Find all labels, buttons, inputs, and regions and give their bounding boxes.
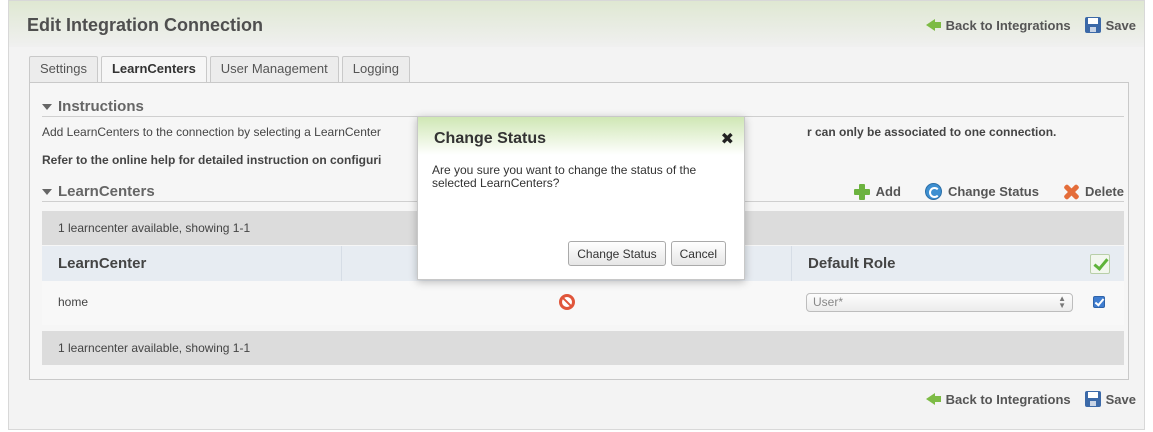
- save-icon: [1084, 17, 1101, 33]
- change-status-dialog: Change Status ✖ Are you sure you want to…: [417, 116, 745, 280]
- triangle-down-icon: [42, 188, 52, 195]
- footer-actions: Back to Integrations Save: [925, 391, 1136, 407]
- pagination-summary-bottom: 1 learncenter available, showing 1-1: [42, 331, 1124, 365]
- tab-logging[interactable]: Logging: [341, 56, 411, 82]
- confirm-change-status-button[interactable]: Change Status: [568, 241, 666, 266]
- learncenters-title: LearnCenters: [58, 183, 155, 200]
- dialog-message: Are you sure you want to change the stat…: [432, 163, 697, 190]
- learncenters-toggle[interactable]: LearnCenters: [42, 183, 155, 200]
- tab-learncenters[interactable]: LearnCenters: [100, 56, 207, 83]
- close-icon[interactable]: ✖: [721, 129, 734, 149]
- add-button[interactable]: Add: [853, 183, 901, 200]
- dialog-header: Change Status ✖: [418, 117, 744, 155]
- select-all-checkbox[interactable]: [1090, 254, 1110, 274]
- footer-save-label: Save: [1105, 391, 1136, 407]
- back-label: Back to Integrations: [945, 17, 1071, 33]
- instructions-text-end: r can only be associated to one connecti…: [807, 125, 1057, 139]
- delete-label: Delete: [1084, 184, 1124, 199]
- back-arrow-icon: [925, 19, 941, 31]
- default-role-select[interactable]: User* ▲ ▼: [806, 293, 1073, 312]
- footer-back-to-integrations-link[interactable]: Back to Integrations: [925, 391, 1071, 407]
- column-header-default-role[interactable]: Default Role: [792, 246, 1124, 281]
- cancel-button[interactable]: Cancel: [670, 241, 726, 266]
- save-button[interactable]: Save: [1084, 17, 1136, 33]
- save-label: Save: [1105, 17, 1136, 33]
- delete-x-icon: [1063, 184, 1079, 200]
- add-label: Add: [875, 184, 901, 199]
- learncenter-actions: Add Change Status Delete: [853, 183, 1124, 200]
- disabled-icon: [559, 294, 575, 310]
- instructions-title: Instructions: [58, 98, 144, 115]
- header-actions: Back to Integrations Save: [925, 17, 1136, 33]
- dialog-title: Change Status: [434, 130, 547, 147]
- instructions-text: Add LearnCenters to the connection by se…: [42, 125, 381, 139]
- page-title: Edit Integration Connection: [27, 15, 263, 35]
- column-header-learncenter[interactable]: LearnCenter: [42, 246, 342, 281]
- learncenter-name: home: [58, 295, 89, 309]
- default-role-header-label: Default Role: [808, 255, 896, 272]
- instructions-help-text: Refer to the online help for detailed in…: [42, 153, 382, 167]
- change-status-label: Change Status: [947, 184, 1039, 199]
- back-arrow-icon: [925, 393, 941, 405]
- save-icon: [1084, 391, 1101, 407]
- triangle-down-icon: [42, 103, 52, 110]
- select-arrows-icon: ▲ ▼: [1058, 294, 1066, 310]
- row-checkbox[interactable]: [1093, 296, 1105, 308]
- tab-user-management[interactable]: User Management: [209, 56, 339, 82]
- instructions-toggle[interactable]: Instructions: [42, 98, 144, 115]
- footer-save-button[interactable]: Save: [1084, 391, 1136, 407]
- back-to-integrations-link[interactable]: Back to Integrations: [925, 17, 1071, 33]
- tab-bar: Settings LearnCenters User Management Lo…: [29, 56, 411, 83]
- tab-settings[interactable]: Settings: [29, 56, 98, 82]
- default-role-value: User*: [813, 295, 844, 309]
- footer-back-label: Back to Integrations: [945, 391, 1071, 407]
- refresh-icon: [924, 183, 942, 200]
- plus-icon: [853, 183, 870, 200]
- table-row: home User* ▲ ▼: [42, 281, 1124, 325]
- page-header: Edit Integration Connection Back to Inte…: [9, 1, 1144, 47]
- dialog-buttons: Change Status Cancel: [568, 241, 726, 266]
- change-status-button[interactable]: Change Status: [924, 183, 1039, 200]
- delete-button[interactable]: Delete: [1063, 184, 1124, 200]
